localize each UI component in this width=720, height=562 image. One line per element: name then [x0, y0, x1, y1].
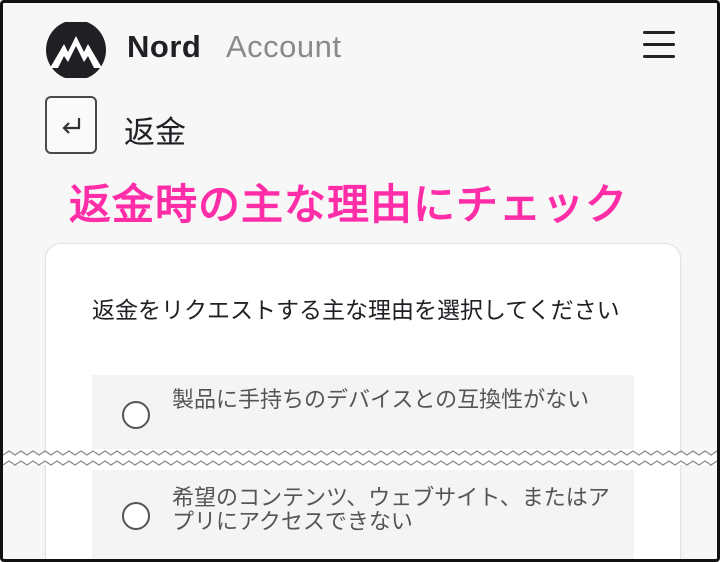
- refund-question: 返金をリクエストする主な理由を選択してください: [92, 298, 620, 324]
- return-arrow-icon: [62, 118, 81, 134]
- screenshot-frame: Nord Account 返金 返金時の主な理由にチェック 返金をリクエストする…: [0, 0, 720, 562]
- back-button[interactable]: [45, 96, 97, 154]
- radio-button[interactable]: [122, 401, 150, 429]
- nord-logo-icon: [46, 22, 106, 78]
- hamburger-menu-icon[interactable]: [643, 31, 679, 63]
- page-title: 返金: [124, 115, 186, 151]
- option-label: 製品に手持ちのデバイスとの互換性がない: [172, 388, 590, 413]
- header: Nord Account: [3, 3, 717, 93]
- refund-reason-card: 返金をリクエストする主な理由を選択してください 製品に手持ちのデバイスとの互換性…: [45, 243, 681, 559]
- option-label: 希望のコンテンツ、ウェブサイト、またはアプリにアクセスできない: [172, 486, 610, 535]
- annotation-caption: 返金時の主な理由にチェック: [69, 180, 629, 229]
- radio-button[interactable]: [122, 502, 150, 530]
- reason-option-no-access[interactable]: 希望のコンテンツ、ウェブサイト、またはアプリにアクセスできない: [92, 470, 634, 559]
- reason-option-incompatible[interactable]: 製品に手持ちのデバイスとの互換性がない: [92, 375, 634, 449]
- brand-name: Nord: [127, 29, 202, 64]
- torn-edge-divider: [3, 450, 717, 466]
- brand-subtitle: Account: [226, 29, 342, 64]
